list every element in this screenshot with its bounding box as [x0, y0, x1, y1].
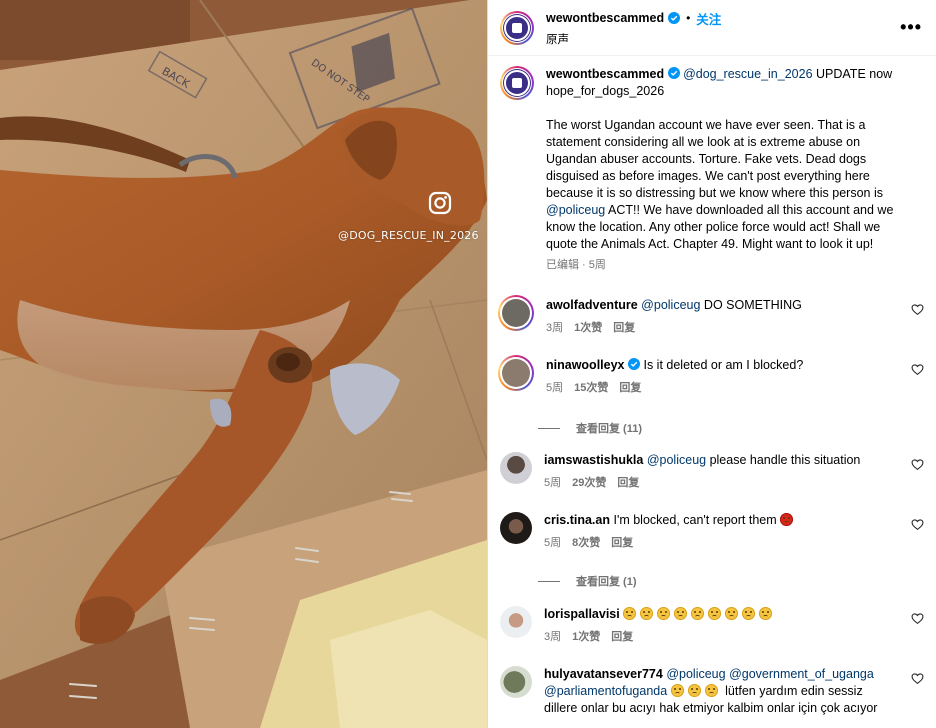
- sad-face-emoji: [640, 607, 654, 620]
- caption-policeug-mention[interactable]: @policeug: [546, 203, 605, 217]
- sad-face-emoji: [742, 607, 756, 620]
- heart-icon[interactable]: [911, 303, 924, 316]
- comment-time[interactable]: 3周: [546, 320, 563, 337]
- sad-face-emoji: [725, 607, 739, 620]
- sad-face-emoji: [704, 684, 718, 697]
- caption-text: The worst Ugandan account we have ever s…: [546, 118, 883, 200]
- heart-icon[interactable]: [911, 612, 924, 625]
- post-header: wewontbescammed • 关注 原声 •••: [488, 0, 936, 56]
- comment-time[interactable]: 5周: [546, 380, 563, 397]
- comment-time[interactable]: 3周: [544, 629, 561, 646]
- commenter-username[interactable]: cris.tina.an: [544, 513, 610, 527]
- post-media[interactable]: BACK DO NOT STEP @DOG_RESCUE_IN_2026: [0, 0, 487, 728]
- comment-likes[interactable]: 1次赞: [574, 320, 602, 337]
- comment-time[interactable]: 5周: [544, 475, 561, 492]
- comment-text: DO SOMETHING: [700, 298, 802, 312]
- commenter-avatar[interactable]: [500, 666, 532, 698]
- caption-meta: 已编辑 · 5周: [546, 259, 606, 271]
- comment-text: I'm blocked, can't report them: [613, 513, 781, 527]
- post-photo: BACK DO NOT STEP: [0, 0, 487, 728]
- sad-face-emoji: [759, 607, 773, 620]
- reply-button[interactable]: 回复: [617, 475, 639, 492]
- comment-mention-link[interactable]: @government_of_uganga: [729, 667, 874, 681]
- post-caption: wewontbescammed @dog_rescue_in_2026 UPDA…: [500, 66, 924, 274]
- comment-likes[interactable]: 29次赞: [572, 475, 606, 492]
- commenter-avatar[interactable]: [500, 606, 532, 638]
- audio-label[interactable]: 原声: [546, 31, 721, 47]
- heart-icon[interactable]: [911, 363, 924, 376]
- heart-icon[interactable]: [911, 458, 924, 471]
- more-options-icon[interactable]: •••: [900, 18, 922, 36]
- comment-likes[interactable]: 8次赞: [572, 535, 600, 552]
- commenter-avatar[interactable]: [498, 355, 534, 391]
- commenter-username[interactable]: awolfadventure: [546, 298, 638, 312]
- view-replies-label[interactable]: 查看回复 (11): [576, 420, 642, 436]
- reply-button[interactable]: 回复: [611, 535, 633, 552]
- comment-mention-link[interactable]: @parliamentofuganda: [544, 684, 667, 698]
- caption-author-avatar[interactable]: [500, 66, 534, 100]
- reply-button[interactable]: 回复: [619, 380, 641, 397]
- view-replies-button[interactable]: 查看回复 (1): [538, 573, 637, 589]
- header-separator: •: [686, 11, 691, 25]
- caption-username[interactable]: wewontbescammed: [546, 67, 664, 81]
- verified-badge-icon: [627, 358, 640, 370]
- comment-item: hulyavatansever774 @policeug @government…: [500, 666, 924, 717]
- comment-item: lorispallavisi 3周 1次赞 回复: [500, 606, 924, 646]
- verified-badge-icon: [667, 67, 680, 79]
- comment-time[interactable]: 5周: [544, 535, 561, 552]
- comment-likes[interactable]: 1次赞: [572, 629, 600, 646]
- reply-button[interactable]: 回复: [613, 320, 635, 337]
- commenter-username[interactable]: hulyavatansever774: [544, 667, 663, 681]
- sad-face-emoji: [657, 607, 671, 620]
- sad-face-emoji: [674, 607, 688, 620]
- reply-button[interactable]: 回复: [611, 629, 633, 646]
- follow-button[interactable]: 关注: [696, 9, 721, 28]
- comment-mention-link[interactable]: @policeug: [641, 298, 700, 312]
- comment-mention-link[interactable]: @policeug: [647, 453, 706, 467]
- commenter-username[interactable]: iamswastishukla: [544, 453, 643, 467]
- sad-face-emoji: [670, 684, 684, 697]
- heart-icon[interactable]: [911, 672, 924, 685]
- verified-badge-icon: [668, 12, 681, 24]
- sad-face-emoji: [623, 607, 637, 620]
- comment-mention-link[interactable]: @policeug: [666, 667, 725, 681]
- comment-likes[interactable]: 15次赞: [574, 380, 608, 397]
- caption-mention-link[interactable]: @dog_rescue_in_2026: [683, 67, 812, 81]
- photo-watermark: @DOG_RESCUE_IN_2026: [338, 229, 479, 242]
- comment-item: iamswastishukla @policeug please handle …: [500, 452, 924, 492]
- commenter-avatar[interactable]: [500, 512, 532, 544]
- comment-item: cris.tina.an I'm blocked, can't report t…: [500, 512, 924, 552]
- sad-face-emoji: [708, 607, 722, 620]
- comment-item: ninawoolleyx Is it deleted or am I block…: [498, 355, 924, 397]
- commenter-avatar[interactable]: [498, 295, 534, 331]
- commenter-username[interactable]: ninawoolleyx: [546, 358, 625, 372]
- commenter-avatar[interactable]: [500, 452, 532, 484]
- commenter-username[interactable]: lorispallavisi: [544, 607, 620, 621]
- post-viewer: BACK DO NOT STEP @DOG_RESCUE_IN_2026 wew…: [0, 0, 936, 728]
- instagram-icon: [428, 191, 452, 215]
- sad-face-emoji: [691, 607, 705, 620]
- view-replies-button[interactable]: 查看回复 (11): [538, 420, 642, 436]
- heart-icon[interactable]: [911, 518, 924, 531]
- angry-face-emoji: [780, 513, 794, 526]
- post-details-panel: wewontbescammed • 关注 原声 ••• wewontbescam…: [487, 0, 936, 728]
- comment-text: Is it deleted or am I blocked?: [643, 358, 804, 372]
- author-username[interactable]: wewontbescammed: [546, 11, 664, 25]
- comment-item: awolfadventure @policeug DO SOMETHING 3周…: [498, 295, 924, 337]
- sad-face-emoji: [687, 684, 701, 697]
- author-avatar[interactable]: [500, 10, 534, 45]
- comment-text: please handle this situation: [706, 453, 861, 467]
- view-replies-label[interactable]: 查看回复 (1): [576, 573, 637, 589]
